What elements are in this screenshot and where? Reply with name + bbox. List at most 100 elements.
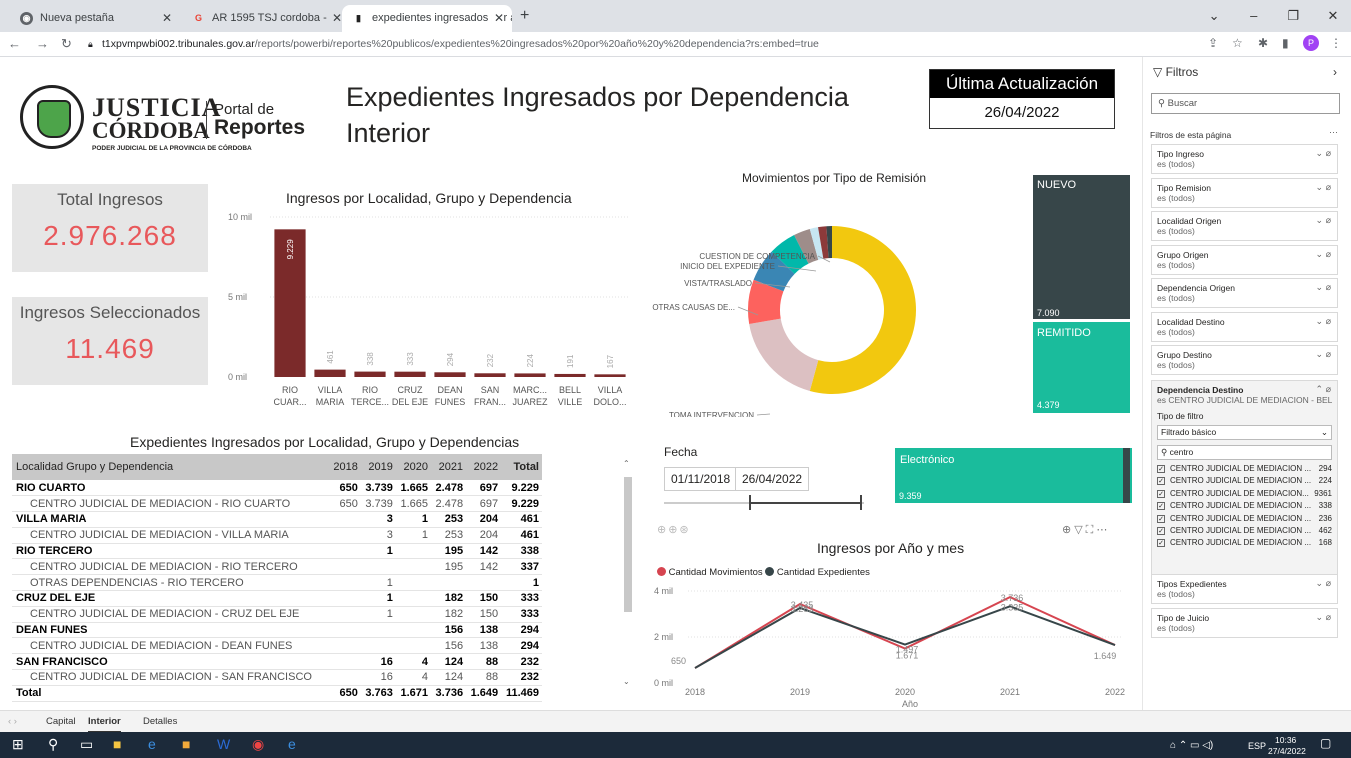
windows-start-icon[interactable]: ⊞ [12,736,24,753]
table-row[interactable]: RIO TERCERO 1 195 142 338 [12,543,542,560]
electronic-other-bar[interactable] [1123,448,1130,503]
checkbox-checked-icon[interactable]: ✓ [1157,465,1165,473]
page-tab-interior[interactable]: Interior [88,711,121,733]
filter-list-item[interactable]: ✓ CENTRO JUDICIAL DE MEDIACION ... 294 [1157,463,1332,475]
checkbox-checked-icon[interactable]: ✓ [1157,477,1165,486]
checkbox-checked-icon[interactable]: ✓ [1157,539,1165,548]
url-field[interactable]: 🔒︎ t1xpvmpwbi002.tribunales.gov.ar/repor… [86,35,1196,54]
bar[interactable] [394,371,426,377]
browser-tab-active[interactable]: ▮ expedientes ingresados por año ✕ [342,5,512,32]
table-row[interactable]: CENTRO JUDICIAL DE MEDIACION - RIO CUART… [12,495,542,513]
page-tab-capital[interactable]: Capital [46,711,76,733]
table-row[interactable]: OTRAS DEPENDENCIAS - RIO TERCERO 1 1 [12,574,542,592]
table-row[interactable]: Total 650 3.763 1.671 3.736 1.649 11.469 [12,684,542,702]
collapse-pane-chevron-icon[interactable]: › [1333,65,1337,79]
forward-icon[interactable]: → [36,36,49,51]
section-more-icon[interactable]: ⋯ [1329,127,1338,138]
reload-icon[interactable]: ↻ [61,36,72,52]
table-header-cell[interactable]: 2021 [430,454,467,480]
chevron-down-icon[interactable]: ⌄ ⌀ [1316,316,1331,326]
close-window-icon[interactable]: ✕ [1315,0,1351,32]
back-icon[interactable]: ← [8,36,21,51]
table-row[interactable]: VILLA MARIA 3 1 253 204 461 [12,511,542,528]
filter-list-item[interactable]: ✓ CENTRO JUDICIAL DE MEDIACION... 9361 [1157,488,1332,500]
minimize-icon[interactable]: – [1236,0,1272,32]
table-header-cell[interactable]: 2020 [395,454,431,480]
table-row[interactable]: DEAN FUNES 156 138 294 [12,622,542,639]
bar[interactable] [314,369,346,377]
table-header-cell[interactable]: Localidad Grupo y Dependencia [12,454,329,480]
filter-card[interactable]: Tipos Expedientes es (todos) ⌄ ⌀ [1151,574,1338,604]
filter-card[interactable]: Grupo Origen es (todos) ⌄ ⌀ [1151,244,1338,275]
task-view-icon[interactable]: ▭ [80,736,93,753]
scroll-up-icon[interactable]: ⌃ [623,459,630,468]
bar[interactable] [514,373,546,377]
table-row[interactable]: CENTRO JUDICIAL DE MEDIACION - CRUZ DEL … [12,606,542,623]
bar[interactable] [594,374,626,377]
clock-date[interactable]: 27/4/2022 [1268,746,1306,756]
chevron-down-icon[interactable]: ⌄ ⌀ [1316,282,1331,292]
filter-list-item[interactable]: ✓ CENTRO JUDICIAL DE MEDIACION ... 168 [1157,537,1332,549]
browser-tab-search[interactable]: G AR 1595 TSJ cordoba - Buscar co ✕ [182,5,350,32]
notifications-icon[interactable]: ▢ [1320,736,1331,750]
filter-list-item[interactable]: ✓ CENTRO JUDICIAL DE MEDIACION ... 236 [1157,513,1332,525]
electronic-card[interactable]: Electrónico 9.359 [895,448,1132,503]
profile-avatar[interactable]: P [1303,35,1319,51]
new-tab-plus-icon[interactable]: + [520,7,529,25]
tab-search-chevron-icon[interactable]: ⌄ [1196,0,1232,32]
chevron-down-icon[interactable]: ⌄ ⌀ [1316,612,1331,622]
filter-card[interactable]: Tipo Remision es (todos) ⌄ ⌀ [1151,177,1338,208]
clock-time[interactable]: 10:36 [1275,735,1296,745]
table-scrollbar[interactable]: ⌃ ⌄ [623,459,633,689]
checkbox-checked-icon[interactable]: ✓ [1157,514,1165,523]
filter-card[interactable]: Localidad Destino es (todos) ⌄ ⌀ [1151,311,1338,342]
bar[interactable] [354,371,386,377]
chevron-up-icon[interactable]: ⌃ ⌀ [1316,384,1331,394]
people-icon[interactable]: ⌂ ⌃ ▭ ◁) [1170,740,1213,751]
table-row[interactable]: CENTRO JUDICIAL DE MEDIACION - DEAN FUNE… [12,637,542,655]
treemap-nuevo[interactable]: NUEVO 7.090 [1033,175,1130,319]
bookmark-star-icon[interactable]: ☆ [1232,36,1243,50]
chevron-down-icon[interactable]: ⌄ ⌀ [1316,148,1331,158]
scroll-down-icon[interactable]: ⌄ [623,677,630,686]
table-row[interactable]: CENTRO JUDICIAL DE MEDIACION - SAN FRANC… [12,669,542,686]
donut-slice[interactable] [749,318,819,392]
table-header-cell[interactable]: 2019 [360,454,396,480]
bar[interactable] [554,373,586,377]
filter-card[interactable]: Tipo Ingreso es (todos) ⌄ ⌀ [1151,144,1338,174]
table-header-cell[interactable]: Total [501,454,542,480]
table-row[interactable]: RIO CUARTO 650 3.739 1.665 2.478 697 9.229 [12,480,542,497]
page-tab-detalles[interactable]: Detalles [143,711,177,733]
search-icon[interactable]: ⚲ [48,736,58,753]
table-header-cell[interactable]: 2022 [466,454,502,480]
filter-list-item[interactable]: ✓ CENTRO JUDICIAL DE MEDIACION ... 462 [1157,525,1332,537]
maximize-icon[interactable]: ❐ [1275,0,1311,32]
filter-card[interactable]: Localidad Origen es (todos) ⌄ ⌀ [1151,211,1338,241]
chevron-down-icon[interactable]: ⌄ ⌀ [1316,349,1331,359]
filter-card[interactable]: Tipo de Juicio es (todos) ⌄ ⌀ [1151,607,1338,638]
browser-tab-new[interactable]: ◉ Nueva pestaña ✕ [10,5,180,32]
word-icon[interactable]: W [217,736,230,752]
menu-kebab-icon[interactable]: ⋮ [1330,36,1342,50]
checkbox-checked-icon[interactable]: ✓ [1157,502,1165,511]
page-nav-arrows-icon[interactable]: ‹ › [8,711,17,733]
date-start-input[interactable]: 01/11/2018 [664,467,738,491]
treemap-remitido[interactable]: REMITIDO 4.379 [1033,322,1130,413]
checkbox-checked-icon[interactable]: ✓ [1157,526,1165,535]
share-icon[interactable]: ⇪ [1208,36,1218,50]
chevron-down-icon[interactable]: ⌄ ⌀ [1316,578,1331,588]
edge-icon[interactable]: e [288,736,296,752]
language-indicator[interactable]: ESP [1248,741,1266,751]
bar[interactable] [434,372,466,377]
extensions-icon[interactable]: ✱ [1258,36,1268,50]
filter-list-item[interactable]: ✓ CENTRO JUDICIAL DE MEDIACION ... 338 [1157,500,1332,512]
close-tab-icon[interactable]: ✕ [491,5,504,32]
filter-list-item[interactable]: ✓ CENTRO JUDICIAL DE MEDIACION ... 224 [1157,475,1332,487]
bar[interactable] [474,373,506,377]
chevron-down-icon[interactable]: ⌄ ⌀ [1316,249,1331,259]
filter-card[interactable]: Dependencia Origen es (todos) ⌄ ⌀ [1151,278,1338,308]
date-end-input[interactable]: 26/04/2022 [735,467,810,491]
visual-header-icons[interactable]: ⊕▽⛶⋯ [1062,523,1110,537]
table-row[interactable]: SAN FRANCISCO 16 4 124 88 232 [12,653,542,671]
filter-card-dependencia-destino[interactable]: Dependencia Destino es CENTRO JUDICIAL D… [1151,380,1338,604]
